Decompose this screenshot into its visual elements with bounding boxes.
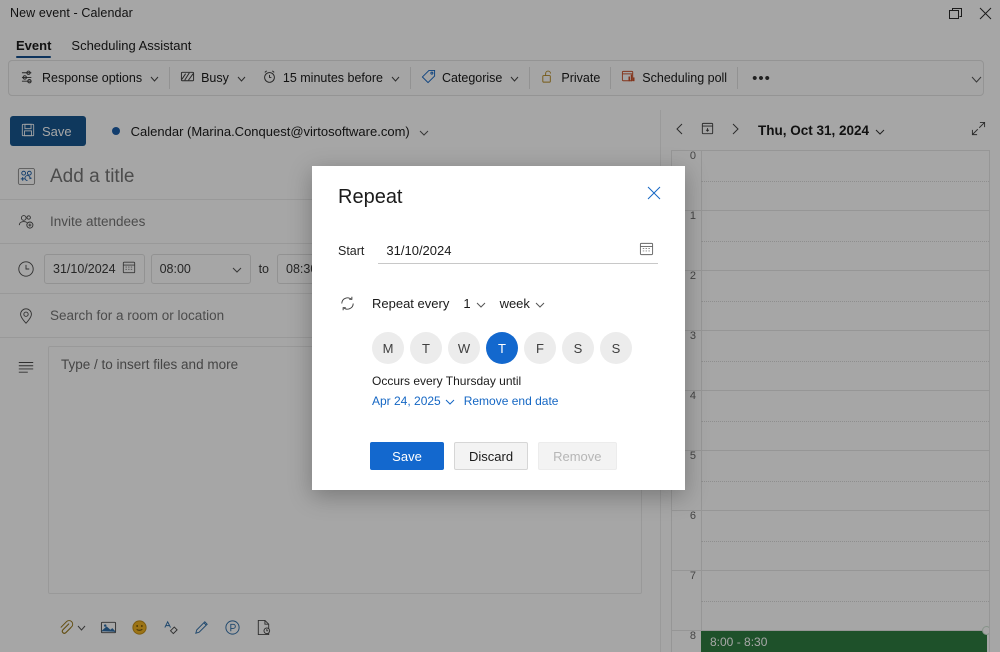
repeat-icon [338,294,372,313]
repeat-unit-value: week [499,296,530,311]
dialog-title: Repeat [338,186,403,208]
repeat-dialog: Repeat Start 31/10/2024 Repeat every 1 w… [312,166,685,490]
weekday-saturday[interactable]: S [562,332,594,364]
end-date-select[interactable]: Apr 24, 2025 [372,392,455,410]
dialog-buttons: Save Discard Remove [370,442,617,470]
weekday-wednesday[interactable]: W [448,332,480,364]
repeat-every-label: Repeat every [372,296,450,311]
dialog-start-date-field[interactable]: 31/10/2024 [378,238,658,264]
chevron-down-icon [476,296,486,311]
repeat-unit-select[interactable]: week [500,296,545,311]
dialog-start-row: Start 31/10/2024 [338,238,658,264]
weekday-tuesday[interactable]: T [410,332,442,364]
start-label: Start [338,244,365,258]
repeat-interval-value: 1 [463,296,471,311]
remove-end-date-link[interactable]: Remove end date [464,392,559,410]
chevron-down-icon [445,392,455,410]
app-window: New event - Calendar Event Scheduling As… [0,0,1000,652]
weekday-thursday[interactable]: T [486,332,518,364]
repeat-interval-select[interactable]: 1 [463,296,485,311]
weekday-sunday[interactable]: S [600,332,632,364]
dialog-start-date-value: 31/10/2024 [386,243,452,258]
end-date-value: Apr 24, 2025 [372,394,441,408]
dialog-repeat-row: Repeat every 1 week [338,294,668,313]
dialog-save-button[interactable]: Save [370,442,444,470]
weekday-friday[interactable]: F [524,332,556,364]
occurrence-links: Apr 24, 2025 Remove end date [372,392,558,410]
close-dialog-icon[interactable] [643,182,665,204]
occurrence-summary: Occurs every Thursday until Apr 24, 2025… [372,372,558,410]
dialog-discard-button[interactable]: Discard [454,442,529,470]
weekday-selector: M T W T F S S [372,332,632,364]
weekday-monday[interactable]: M [372,332,404,364]
chevron-down-icon [535,296,545,311]
dialog-remove-button: Remove [538,442,617,470]
occurrence-text: Occurs every Thursday until [372,374,522,388]
calendar-icon[interactable] [639,241,654,261]
